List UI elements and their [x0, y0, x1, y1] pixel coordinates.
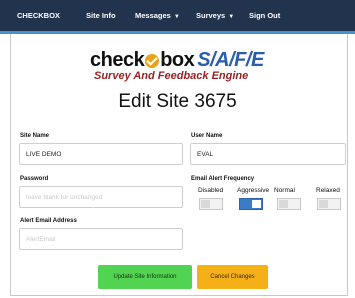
update-site-button[interactable]: Update Site Information: [98, 265, 192, 289]
frequency-label-relaxed: Relaxed: [316, 187, 340, 194]
top-navbar: CHECKBOX Site Info Messages ▼ Surveys ▼ Si…: [0, 0, 355, 34]
nav-messages-label: Messages: [135, 11, 171, 20]
user-name-input[interactable]: [190, 143, 346, 165]
app-logo: check box S/A/F/E Survey And Feedback Engi…: [90, 50, 290, 85]
frequency-toggle-disabled[interactable]: [199, 198, 223, 210]
caret-down-icon: ▼: [173, 14, 180, 20]
password-label: Password: [20, 176, 49, 182]
frequency-toggle-aggressive[interactable]: [239, 198, 263, 210]
logo-word-safe: S/A/F/E: [197, 49, 264, 71]
logo-tagline: Survey And Feedback Engine: [94, 70, 249, 82]
logo-word-box: box: [160, 49, 195, 71]
site-name-input[interactable]: [19, 143, 183, 165]
nav-sign-out[interactable]: Sign Out: [249, 11, 280, 20]
toggle-knob: [319, 200, 328, 208]
nav-surveys-label: Surveys: [196, 11, 226, 20]
frequency-label-aggressive: Aggressive: [237, 187, 270, 194]
nav-messages[interactable]: Messages ▼: [135, 11, 180, 20]
alert-email-label: Alert Email Address: [20, 218, 77, 224]
nav-brand[interactable]: CHECKBOX: [17, 11, 60, 20]
nav-surveys[interactable]: Surveys ▼: [196, 11, 234, 20]
site-name-label: Site Name: [20, 133, 50, 139]
frequency-label-normal: Normal: [274, 187, 295, 194]
user-name-label: User Name: [191, 133, 223, 139]
caret-down-icon: ▼: [228, 14, 235, 20]
page-title: Edit Site 3675: [118, 91, 237, 112]
logo-word-check: check: [90, 49, 145, 71]
frequency-label-disabled: Disabled: [198, 187, 224, 194]
frequency-toggle-relaxed[interactable]: [317, 198, 341, 210]
toggle-knob: [201, 200, 210, 208]
checkmark-icon: [145, 53, 160, 68]
alert-email-input[interactable]: [19, 228, 183, 250]
toggle-knob: [279, 200, 288, 208]
alert-frequency-label: Email Alert Frequency: [191, 176, 255, 182]
frequency-toggle-normal[interactable]: [277, 198, 301, 210]
password-input[interactable]: [19, 186, 183, 208]
toggle-knob: [252, 200, 261, 208]
nav-site-info[interactable]: Site Info: [86, 11, 116, 20]
cancel-changes-button[interactable]: Cancel Changes: [197, 265, 268, 289]
